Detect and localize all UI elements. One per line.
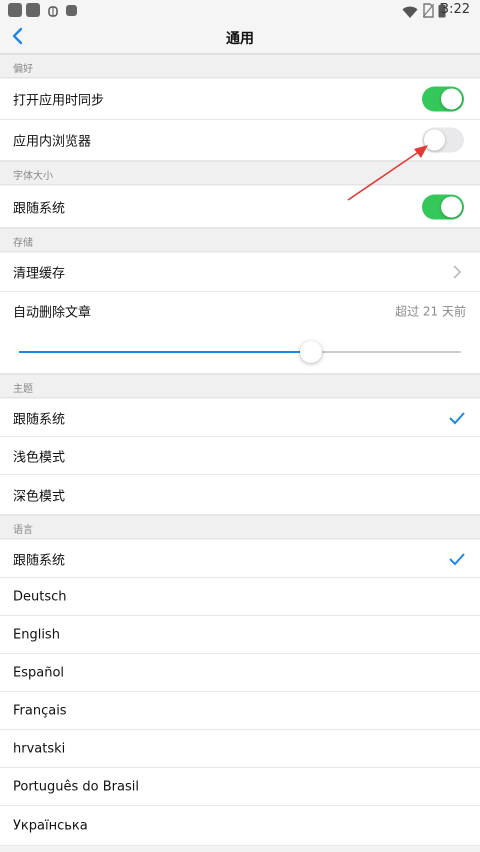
setting-row-follow-system-font: 跟随系统 [0, 186, 480, 228]
auto-delete-slider-row [0, 330, 480, 374]
checkmark-icon [449, 552, 465, 565]
status-time: 3:22 [440, 2, 470, 17]
setting-row-auto-delete: 自动删除文章 超过 21 天前 [0, 292, 480, 330]
setting-label: 打开应用时同步 [13, 93, 105, 109]
no-sim-icon [422, 3, 435, 22]
follow-system-font-toggle[interactable] [422, 194, 464, 219]
language-option-portugues-brasil[interactable]: Português do Brasil [0, 768, 480, 806]
language-option-label: 跟随系统 [13, 553, 66, 568]
checkmark-icon [449, 411, 465, 424]
theme-option-label: 跟随系统 [13, 412, 66, 427]
auto-delete-value: 超过 21 天前 [395, 304, 466, 319]
setting-row-in-app-browser: 应用内浏览器 [0, 120, 480, 161]
theme-option-label: 浅色模式 [13, 450, 66, 465]
language-option-label: Français [13, 703, 67, 718]
theme-option-follow-system[interactable]: 跟随系统 [0, 399, 480, 437]
setting-label: 应用内浏览器 [13, 134, 92, 150]
language-option-francais[interactable]: Français [0, 692, 480, 730]
language-option-espanol[interactable]: Español [0, 654, 480, 692]
bug-icon [46, 3, 60, 17]
setting-label: 清理缓存 [13, 266, 66, 282]
language-option-follow-system[interactable]: 跟随系统 [0, 540, 480, 578]
language-option-label: English [13, 627, 60, 642]
page-title: 通用 [226, 31, 254, 47]
language-option-hrvatski[interactable]: hrvatski [0, 730, 480, 768]
language-option-label: Українська [13, 818, 88, 833]
language-option-label: Deutsch [13, 589, 67, 604]
app-notification-icon [8, 3, 22, 17]
chevron-right-icon [453, 265, 462, 279]
translate-icon [66, 5, 77, 16]
theme-option-label: 深色模式 [13, 489, 66, 504]
section-header-storage: 存储 [0, 228, 480, 252]
navigation-bar: 通用 [0, 22, 480, 54]
language-option-deutsch[interactable]: Deutsch [0, 578, 480, 616]
status-bar: 3:22 [0, 0, 480, 22]
setting-row-clear-cache[interactable]: 清理缓存 [0, 253, 480, 292]
language-option-label: hrvatski [13, 741, 66, 756]
language-option-ukrainian[interactable]: Українська [0, 806, 480, 846]
section-header-font-size: 字体大小 [0, 161, 480, 185]
language-option-english[interactable]: English [0, 616, 480, 654]
sync-on-open-toggle[interactable] [422, 86, 464, 112]
language-option-label: Español [13, 665, 65, 680]
in-app-browser-toggle[interactable] [422, 127, 464, 153]
auto-delete-slider[interactable] [19, 341, 461, 363]
section-header-theme: 主题 [0, 374, 480, 398]
app-notification-icon [26, 3, 40, 17]
slider-fill [19, 351, 311, 353]
theme-option-light[interactable]: 浅色模式 [0, 437, 480, 475]
section-header-preferences: 偏好 [0, 54, 480, 78]
section-header-language: 语言 [0, 515, 480, 539]
language-option-label: Português do Brasil [13, 779, 139, 794]
setting-row-sync-on-open: 打开应用时同步 [0, 79, 480, 120]
slider-thumb[interactable] [299, 341, 322, 363]
theme-option-dark[interactable]: 深色模式 [0, 475, 480, 515]
setting-label: 跟随系统 [13, 201, 66, 216]
wifi-icon [402, 4, 418, 23]
setting-label: 自动删除文章 [13, 305, 92, 321]
